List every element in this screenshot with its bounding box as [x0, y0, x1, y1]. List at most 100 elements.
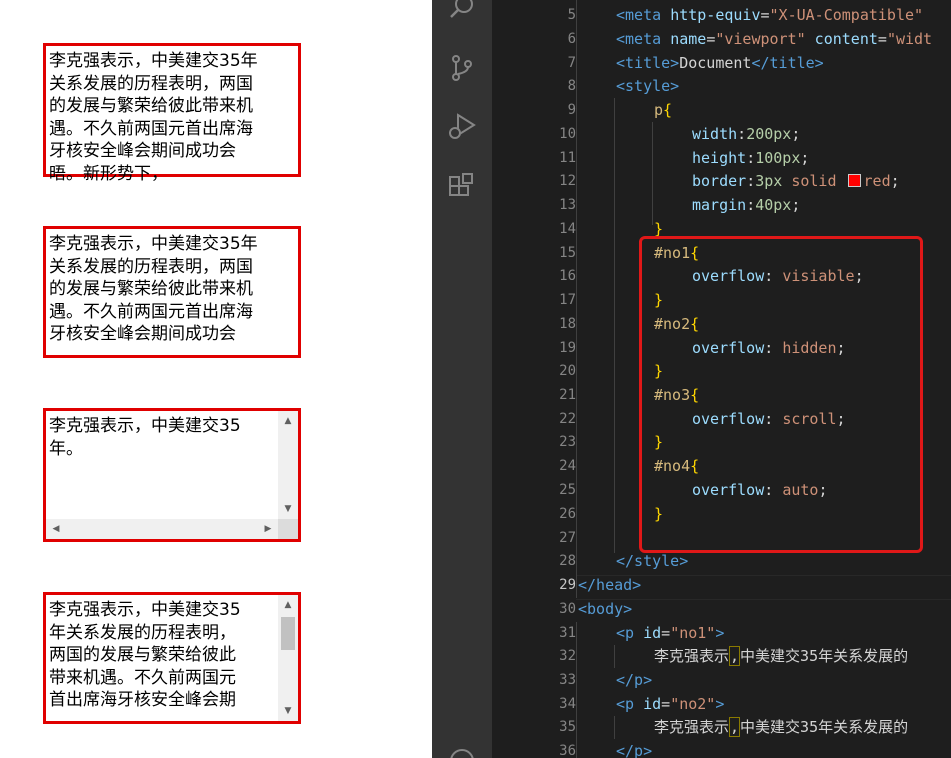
- no3-line: 李克强表示，中美建交35: [49, 416, 241, 436]
- line-number: 24: [559, 458, 576, 474]
- line-number: 27: [559, 530, 576, 546]
- line-number: 20: [559, 363, 576, 379]
- scroll-right-arrow-icon[interactable]: ▶: [258, 519, 278, 539]
- code-line-28: </style>: [616, 552, 689, 570]
- indent-guide: [614, 716, 615, 739]
- code-line-7: <title>Document</title>: [616, 54, 824, 72]
- line-number: 11: [559, 150, 576, 166]
- vertical-scrollbar[interactable]: ▲ ▼: [278, 411, 298, 519]
- indent-guide: [576, 622, 577, 758]
- scroll-up-arrow-icon[interactable]: ▲: [278, 595, 298, 615]
- line-number: 29: [559, 577, 576, 593]
- no2-line: 遇。不久前两国元首出席海: [49, 301, 253, 322]
- no1-line: 关系发展的历程表明，两国: [49, 73, 253, 94]
- line-number: 5: [567, 7, 576, 23]
- paragraph-no2-overflow-hidden: 李克强表示，中美建交35年 关系发展的历程表明，两国 的发展与繁荣给彼此带来机 …: [43, 226, 301, 358]
- line-number: 8: [567, 78, 576, 94]
- code-line-33: </p>: [616, 671, 653, 689]
- no2-line: 李克强表示，中美建交35年: [49, 234, 258, 254]
- no4-line: 年关系发展的历程表明，: [49, 622, 236, 643]
- no1-line: 牙核安全峰会期间成功会: [49, 141, 236, 162]
- no1-line: 遇。不久前两国元首出席海: [49, 118, 253, 139]
- code-line-5: <meta http-equiv="X-UA-Compatible": [616, 6, 924, 24]
- line-number: 21: [559, 387, 576, 403]
- line-number: 31: [559, 625, 576, 641]
- line-number: 22: [559, 411, 576, 427]
- code-line-36: </p>: [616, 742, 653, 758]
- no2-text: 李克强表示，中美建交35年 关系发展的历程表明，两国 的发展与繁荣给彼此带来机 …: [46, 229, 298, 346]
- code-line-12: border:3px solid red;: [692, 172, 900, 190]
- code-line-29: </head>: [578, 576, 642, 594]
- scrollbar-thumb[interactable]: [281, 617, 295, 650]
- no4-line: 带来机遇。不久前两国元: [49, 667, 236, 688]
- no2-line: 牙核安全峰会期间成功会: [49, 324, 236, 345]
- code-line-9: p{: [654, 101, 673, 119]
- no2-line: 关系发展的历程表明，两国: [49, 256, 253, 277]
- code-line-31: <p id="no1">: [616, 624, 725, 642]
- vertical-scrollbar[interactable]: ▲ ▼: [278, 595, 298, 721]
- line-number: 15: [559, 245, 576, 261]
- scroll-down-arrow-icon[interactable]: ▼: [278, 499, 298, 519]
- no1-line: 的发展与繁荣给彼此带来机: [49, 96, 253, 117]
- line-number: 26: [559, 506, 576, 522]
- annotation-highlight-box: [639, 236, 923, 553]
- line-number: 14: [559, 221, 576, 237]
- color-swatch-icon[interactable]: [847, 174, 861, 187]
- run-debug-icon[interactable]: [446, 110, 478, 142]
- paragraph-no3-overflow-scroll[interactable]: 李克强表示，中美建交35 年。 ▲ ▼ ◀ ▶: [43, 408, 301, 542]
- line-number: 30: [559, 601, 576, 617]
- line-number: 33: [559, 672, 576, 688]
- no2-line: 的发展与繁荣给彼此带来机: [49, 279, 253, 300]
- no1-text: 李克强表示，中美建交35年 关系发展的历程表明，两国 的发展与繁荣给彼此带来机 …: [46, 46, 298, 186]
- search-icon[interactable]: [446, 0, 478, 24]
- line-number: 36: [559, 743, 576, 758]
- source-control-icon[interactable]: [446, 52, 478, 84]
- line-number: 17: [559, 292, 576, 308]
- indent-guide: [614, 98, 615, 553]
- no4-line: 首出席海牙核安全峰会期: [49, 690, 236, 711]
- no1-line: 李克强表示，中美建交35年: [49, 51, 258, 71]
- scrollbar-corner: [278, 519, 298, 539]
- line-number: 28: [559, 553, 576, 569]
- code-line-10: width:200px;: [692, 125, 801, 143]
- line-number: 12: [559, 173, 576, 189]
- line-number: 23: [559, 434, 576, 450]
- browser-preview: 李克强表示，中美建交35年 关系发展的历程表明，两国 的发展与繁荣给彼此带来机 …: [0, 0, 432, 758]
- scroll-up-arrow-icon[interactable]: ▲: [278, 411, 298, 431]
- line-number: 34: [559, 696, 576, 712]
- scroll-down-arrow-icon[interactable]: ▼: [278, 701, 298, 721]
- code-line-30: <body>: [578, 600, 633, 618]
- line-number: 10: [559, 126, 576, 142]
- line-number: 13: [559, 197, 576, 213]
- line-number: 32: [559, 648, 576, 664]
- indent-guide: [576, 0, 577, 598]
- line-number-gutter: 5 6 7 8 9 10 11 12 13 14 15 16 17 18 19 20 21 22 23 24 25 26 2…: [492, 0, 576, 758]
- no4-text: 李克强表示，中美建交35 年关系发展的历程表明， 两国的发展与繁荣给彼此 带来机…: [46, 595, 298, 712]
- scroll-left-arrow-icon[interactable]: ◀: [46, 519, 66, 539]
- code-editor: 5 6 7 8 9 10 11 12 13 14 15 16 17 18 19 20 21 22 23 24 25 26 2…: [432, 0, 951, 758]
- paragraph-no1-overflow-visible: 李克强表示，中美建交35年 关系发展的历程表明，两国 的发展与繁荣给彼此带来机 …: [43, 43, 301, 184]
- line-number: 19: [559, 340, 576, 356]
- paragraph-no4-overflow-auto[interactable]: 李克强表示，中美建交35 年关系发展的历程表明， 两国的发展与繁荣给彼此 带来机…: [43, 592, 301, 724]
- code-line-32: 李克强表示,中美建交35年关系发展的: [654, 646, 909, 666]
- code-line-8: <style>: [616, 77, 680, 95]
- line-number: 16: [559, 268, 576, 284]
- no4-line: 李克强表示，中美建交35: [49, 600, 241, 620]
- code-line-34: <p id="no2">: [616, 695, 725, 713]
- no1-line: 晤。新形势下，: [49, 163, 168, 184]
- horizontal-scrollbar[interactable]: ◀ ▶: [46, 519, 278, 539]
- line-number: 25: [559, 482, 576, 498]
- code-line-13: margin:40px;: [692, 196, 801, 214]
- account-icon[interactable]: [446, 745, 478, 758]
- no4-line: 两国的发展与繁荣给彼此: [49, 645, 236, 666]
- code-line-35: 李克强表示,中美建交35年关系发展的: [654, 717, 909, 737]
- code-line-6: <meta name="viewport" content="widt: [616, 30, 933, 48]
- no3-text: 李克强表示，中美建交35 年。: [46, 411, 298, 460]
- indent-guide: [614, 645, 615, 668]
- indent-guide: [652, 122, 653, 225]
- code-line-11: height:100px;: [692, 149, 810, 167]
- activity-bar: [432, 0, 492, 758]
- line-number: 18: [559, 316, 576, 332]
- extensions-icon[interactable]: [446, 172, 478, 204]
- line-number: 35: [559, 719, 576, 735]
